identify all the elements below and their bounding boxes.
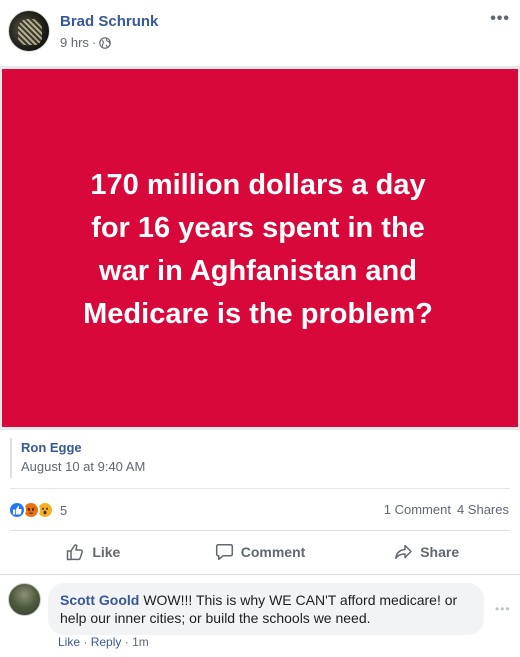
quote-line: war in Aghfanistan and bbox=[99, 255, 417, 287]
comment-reply-link[interactable]: Reply bbox=[91, 635, 122, 649]
post-actions: Like Comment Share bbox=[10, 532, 510, 572]
post-image[interactable]: 170 million dollars a day for 16 years s… bbox=[0, 66, 520, 430]
quote-line: Medicare is the problem? bbox=[83, 298, 433, 330]
globe-icon[interactable] bbox=[99, 36, 112, 49]
reaction-count[interactable]: 5 bbox=[60, 503, 67, 518]
share-count[interactable]: 4 Shares bbox=[457, 502, 509, 517]
quote-text: 170 million dollars a day for 16 years s… bbox=[18, 164, 498, 336]
comment-button[interactable]: Comment bbox=[177, 532, 344, 572]
divider bbox=[10, 488, 510, 489]
shared-date[interactable]: August 10 at 9:40 AM bbox=[21, 459, 510, 474]
post-meta: 9 hrs · bbox=[60, 35, 112, 50]
quote-line: for 16 years spent in the bbox=[91, 212, 425, 244]
share-label: Share bbox=[420, 544, 460, 560]
comment-timestamp[interactable]: 1m bbox=[132, 635, 149, 649]
like-button[interactable]: Like bbox=[10, 532, 177, 572]
comment-action-separator: · bbox=[124, 635, 129, 649]
reaction-summary[interactable]: 5 bbox=[8, 500, 67, 520]
comment-more-icon[interactable]: ••• bbox=[495, 602, 511, 616]
comment-count[interactable]: 1 Comment bbox=[384, 502, 451, 517]
comment-action-separator: · bbox=[83, 635, 88, 649]
comment-bubble: Scott Goold WOW!!! This is why WE CAN'T a… bbox=[48, 583, 484, 635]
divider bbox=[10, 530, 510, 531]
more-horizontal-icon[interactable]: ••• bbox=[490, 10, 510, 28]
comment-like-link[interactable]: Like bbox=[58, 635, 80, 649]
comment-actions: Like · Reply · 1m bbox=[58, 635, 149, 649]
divider bbox=[0, 574, 520, 575]
like-label: Like bbox=[92, 544, 121, 560]
post-author-name[interactable]: Brad Schrunk bbox=[60, 13, 158, 30]
quote-line: 170 million dollars a day bbox=[90, 169, 426, 201]
like-reaction-icon bbox=[8, 501, 26, 519]
comment-author-name[interactable]: Scott Goold bbox=[60, 592, 139, 608]
comment-icon bbox=[215, 544, 233, 561]
share-button[interactable]: Share bbox=[343, 532, 510, 572]
engagement-counts: 1 Comment 4 Shares bbox=[384, 502, 509, 517]
shared-attribution: Ron Egge August 10 at 9:40 AM bbox=[10, 438, 510, 478]
thumbs-up-icon bbox=[67, 544, 84, 561]
commenter-avatar[interactable] bbox=[8, 583, 41, 616]
share-arrow-icon bbox=[395, 544, 412, 560]
comment-label: Comment bbox=[240, 544, 306, 560]
post-timestamp[interactable]: 9 hrs bbox=[60, 35, 89, 50]
author-avatar[interactable] bbox=[8, 10, 50, 52]
shared-author-name[interactable]: Ron Egge bbox=[21, 440, 510, 455]
meta-separator: · bbox=[91, 35, 97, 50]
post-header: Brad Schrunk 9 hrs · ••• bbox=[0, 0, 520, 66]
